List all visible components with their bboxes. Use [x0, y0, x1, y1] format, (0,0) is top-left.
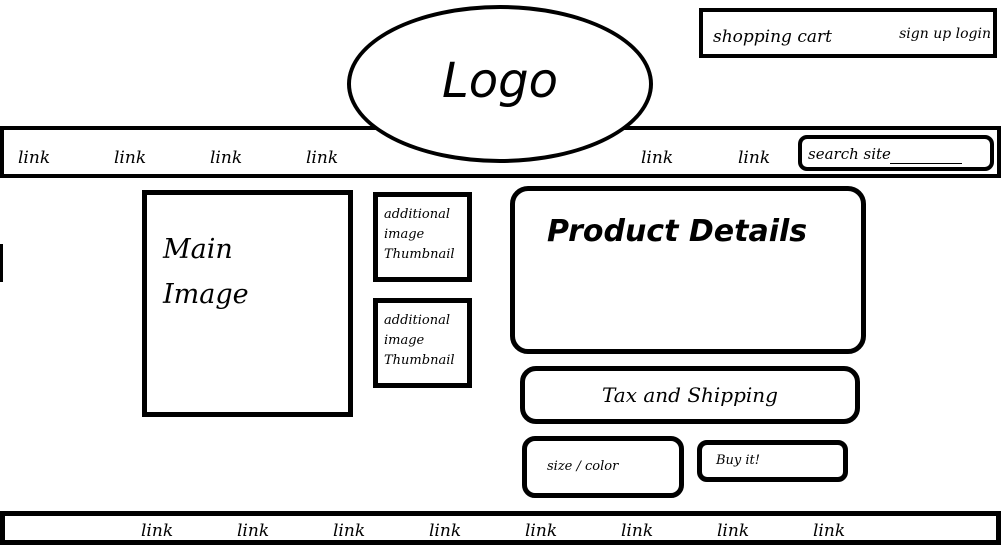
thumbnail-label: additional image Thumbnail — [384, 313, 455, 368]
tax-shipping: Tax and Shipping — [520, 366, 860, 424]
buy-button[interactable]: Buy it! — [697, 440, 848, 482]
footer-link-2[interactable]: link — [237, 521, 269, 541]
nav-link-1[interactable]: link — [18, 148, 50, 168]
product-details-title: Product Details — [547, 214, 808, 249]
footer-link-1[interactable]: link — [141, 521, 173, 541]
nav-link-4[interactable]: link — [306, 148, 338, 168]
logo[interactable]: Logo — [347, 5, 653, 163]
search-underline — [890, 163, 962, 164]
size-color-select[interactable]: size / color — [522, 436, 684, 498]
thumbnail-2[interactable]: additional image Thumbnail — [373, 298, 472, 388]
account-box: shopping cart sign up login — [699, 8, 997, 58]
footer-link-6[interactable]: link — [621, 521, 653, 541]
edge-mark — [0, 244, 3, 282]
footer-link-7[interactable]: link — [717, 521, 749, 541]
buy-button-label: Buy it! — [716, 453, 761, 468]
footer-link-4[interactable]: link — [429, 521, 461, 541]
nav-link-2[interactable]: link — [114, 148, 146, 168]
logo-text: Logo — [442, 53, 558, 109]
main-image[interactable]: Main Image — [142, 190, 353, 417]
signup-login-link[interactable]: sign up login — [899, 26, 991, 42]
footer-bar: link link link link link link link link — [0, 511, 1001, 545]
search-input[interactable] — [808, 143, 974, 165]
shopping-cart-link[interactable]: shopping cart — [713, 27, 832, 47]
thumbnail-label: additional image Thumbnail — [384, 207, 455, 262]
tax-shipping-label: Tax and Shipping — [602, 383, 778, 407]
thumbnail-1[interactable]: additional image Thumbnail — [373, 192, 472, 282]
footer-link-3[interactable]: link — [333, 521, 365, 541]
product-details: Product Details — [510, 186, 866, 354]
footer-link-5[interactable]: link — [525, 521, 557, 541]
main-image-label: Main Image — [163, 234, 249, 310]
nav-link-5[interactable]: link — [641, 148, 673, 168]
nav-link-3[interactable]: link — [210, 148, 242, 168]
footer-link-8[interactable]: link — [813, 521, 845, 541]
nav-link-6[interactable]: link — [738, 148, 770, 168]
size-color-label: size / color — [547, 459, 619, 474]
search-box[interactable] — [798, 135, 994, 171]
